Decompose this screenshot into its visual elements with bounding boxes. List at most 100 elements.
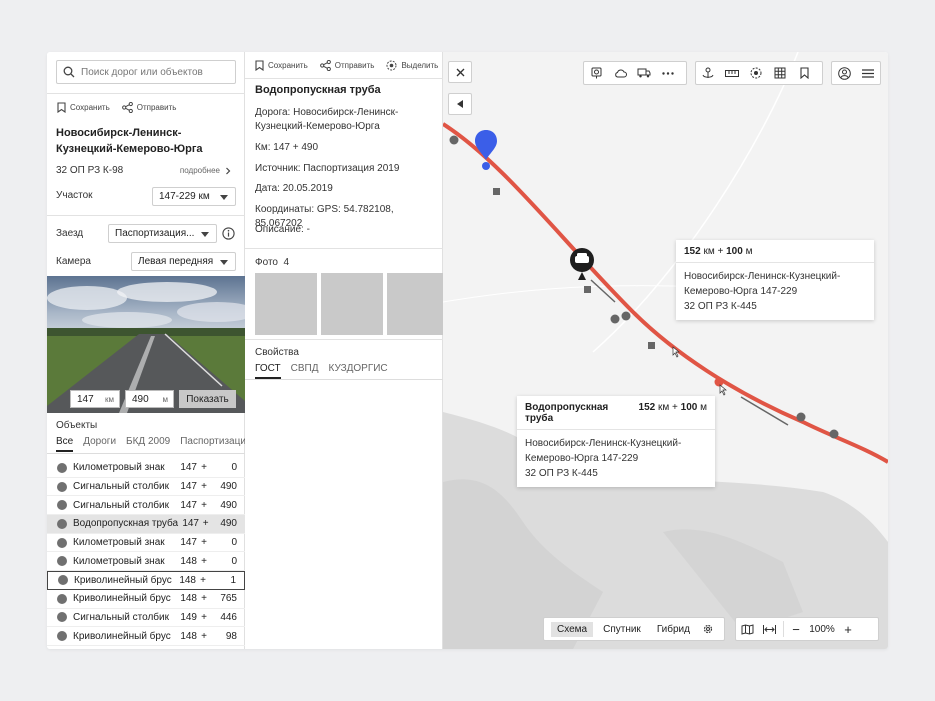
target-tool-button[interactable] <box>744 62 768 84</box>
tab-all[interactable]: Все <box>56 436 74 452</box>
camera-layer-button[interactable] <box>584 62 608 84</box>
object-dot <box>57 631 67 642</box>
select-button[interactable]: Выделить <box>386 60 438 71</box>
m-input[interactable]: 490 м <box>125 390 174 408</box>
map-view-button[interactable] <box>736 623 758 635</box>
object-dot <box>57 593 67 604</box>
object-dot <box>57 462 67 473</box>
list-item[interactable]: Сигнальный столбик 147 +490 <box>47 478 245 497</box>
list-item[interactable]: Километровый знак 147 +0 <box>47 534 245 553</box>
send-button[interactable]: Отправить <box>319 60 374 71</box>
list-item[interactable]: Сигнальный столбик 149 +446 <box>47 609 245 628</box>
fit-width-button[interactable] <box>758 624 780 634</box>
share-icon <box>319 60 331 71</box>
triangle-left-icon <box>456 100 463 108</box>
objects-list: Километровый знак 147 +0 Сигнальный столби… <box>47 459 245 646</box>
km-popup-road: Новосибирск-Ленинск-Кузнецкий-Кемерово-Ю… <box>684 271 841 297</box>
layer-scheme[interactable]: Схема <box>551 621 594 637</box>
weather-layer-button[interactable] <box>608 62 632 84</box>
list-item-hovered[interactable]: Криволинейный брус 148 +1 <box>47 571 245 590</box>
profile-button[interactable] <box>832 62 856 84</box>
search-input[interactable]: Поиск дорог или объектов <box>56 60 236 84</box>
grid-tool-button[interactable] <box>768 62 792 84</box>
photo-thumb[interactable] <box>387 273 443 335</box>
layer-satellite[interactable]: Спутник <box>597 622 647 637</box>
object-road: Дорога: Новосибирск-Ленинск-Кузнецкий-Ке… <box>255 107 399 132</box>
transport-layer-button[interactable] <box>632 62 656 84</box>
tab-svpd[interactable]: СВПД <box>291 363 319 379</box>
tab-gost[interactable]: ГОСТ <box>255 363 281 379</box>
map-toolbar-1 <box>583 61 687 85</box>
photo-thumb[interactable] <box>255 273 317 335</box>
object-popup: Водопропускная труба 152 км + 100 м Ново… <box>517 396 715 487</box>
cloud-icon <box>614 69 627 77</box>
tab-bkd[interactable]: БКД 2009 <box>126 436 170 452</box>
send-button[interactable]: Отправить <box>121 102 176 113</box>
zoom-in-button[interactable]: + <box>839 622 857 637</box>
tab-kuzdorgis[interactable]: КУЗДОРГИС <box>329 363 388 379</box>
list-item[interactable]: Километровый знак 148 +0 <box>47 552 245 572</box>
zoom-out-button[interactable]: − <box>787 622 805 637</box>
km-popup: 152 км + 100 м Новосибирск-Ленинск-Кузне… <box>676 240 874 320</box>
camera-select[interactable]: Левая передняя <box>131 252 236 271</box>
bookmark-tool-button[interactable] <box>792 62 816 84</box>
anchor-icon <box>702 67 714 78</box>
object-actions: Сохранить Отправить Выделить <box>255 60 450 71</box>
share-icon <box>121 102 133 113</box>
trip-select[interactable]: Паспортизация... <box>108 224 217 243</box>
save-button[interactable]: Сохранить <box>255 60 308 71</box>
road-code: 32 ОП РЗ К-98 <box>56 165 124 176</box>
photo-thumb[interactable] <box>321 273 383 335</box>
list-item[interactable]: Километровый знак 147 +0 <box>47 459 245 478</box>
objects-title: Объекты <box>56 420 98 431</box>
layer-hybrid[interactable]: Гибрид <box>651 622 696 637</box>
info-icon[interactable] <box>222 227 235 240</box>
save-button[interactable]: Сохранить <box>57 102 110 113</box>
list-item[interactable]: Сигнальный столбик 147 +490 <box>47 496 245 516</box>
gear-icon[interactable] <box>702 623 714 635</box>
tab-passport[interactable]: Паспортизация <box>180 436 251 452</box>
chevron-right-icon <box>226 167 231 174</box>
object-panel: Сохранить Отправить Выделить Водопропуск… <box>245 52 443 649</box>
map-view[interactable]: 152 км + 100 м Новосибирск-Ленинск-Кузне… <box>443 52 888 649</box>
object-date: Дата: 20.05.2019 <box>255 183 333 194</box>
layer-switcher: Схема Спутник Гибрид <box>543 617 725 641</box>
ruler-tool-button[interactable] <box>720 62 744 84</box>
object-dot <box>57 537 67 548</box>
photos-count: 4 <box>283 257 290 268</box>
zoom-controls: − 100% + <box>735 617 879 641</box>
bookmark-icon <box>57 102 66 113</box>
object-popup-header: Водопропускная труба 152 км + 100 м <box>517 396 715 430</box>
zoom-level: 100% <box>809 623 835 635</box>
menu-button[interactable] <box>856 62 880 84</box>
object-dot <box>57 556 67 567</box>
more-link[interactable]: подробнее <box>180 166 232 175</box>
search-placeholder: Поиск дорог или объектов <box>81 66 203 78</box>
app-window: Поиск дорог или объектов Сохранить Отпра… <box>47 52 888 649</box>
chevron-down-icon <box>201 232 209 237</box>
close-map-button[interactable] <box>448 61 472 83</box>
target-icon <box>750 67 762 79</box>
list-item[interactable]: Криволинейный брус 148 +765 <box>47 590 245 609</box>
object-dot <box>58 575 68 586</box>
photos-label: Фото 4 <box>255 257 290 268</box>
fit-width-icon <box>762 624 776 634</box>
object-dot <box>57 612 67 623</box>
object-km: Км: 147 + 490 <box>255 142 319 153</box>
tab-roads[interactable]: Дороги <box>83 436 116 452</box>
list-item[interactable]: Криволинейный брус 148 +98 <box>47 627 245 646</box>
collapse-panel-button[interactable] <box>448 93 472 115</box>
show-button[interactable]: Показать <box>179 390 236 408</box>
road-title: Новосибирск-Ленинск-Кузнецкий-Кемерово-Ю… <box>56 127 203 155</box>
map-toolbar-3 <box>831 61 881 85</box>
list-item-active[interactable]: Водопропускная труба 147 +490 <box>47 515 245 534</box>
user-icon <box>837 66 851 80</box>
object-title: Водопропускная труба <box>255 84 381 96</box>
point-tool-button[interactable] <box>696 62 720 84</box>
object-dot <box>57 518 67 529</box>
section-select[interactable]: 147-229 км <box>152 187 236 206</box>
km-input[interactable]: 147 км <box>70 390 120 408</box>
more-button[interactable] <box>656 62 680 84</box>
object-popup-road: Новосибирск-Ленинск-Кузнецкий-Кемерово-Ю… <box>525 438 682 464</box>
search-icon <box>63 66 75 78</box>
